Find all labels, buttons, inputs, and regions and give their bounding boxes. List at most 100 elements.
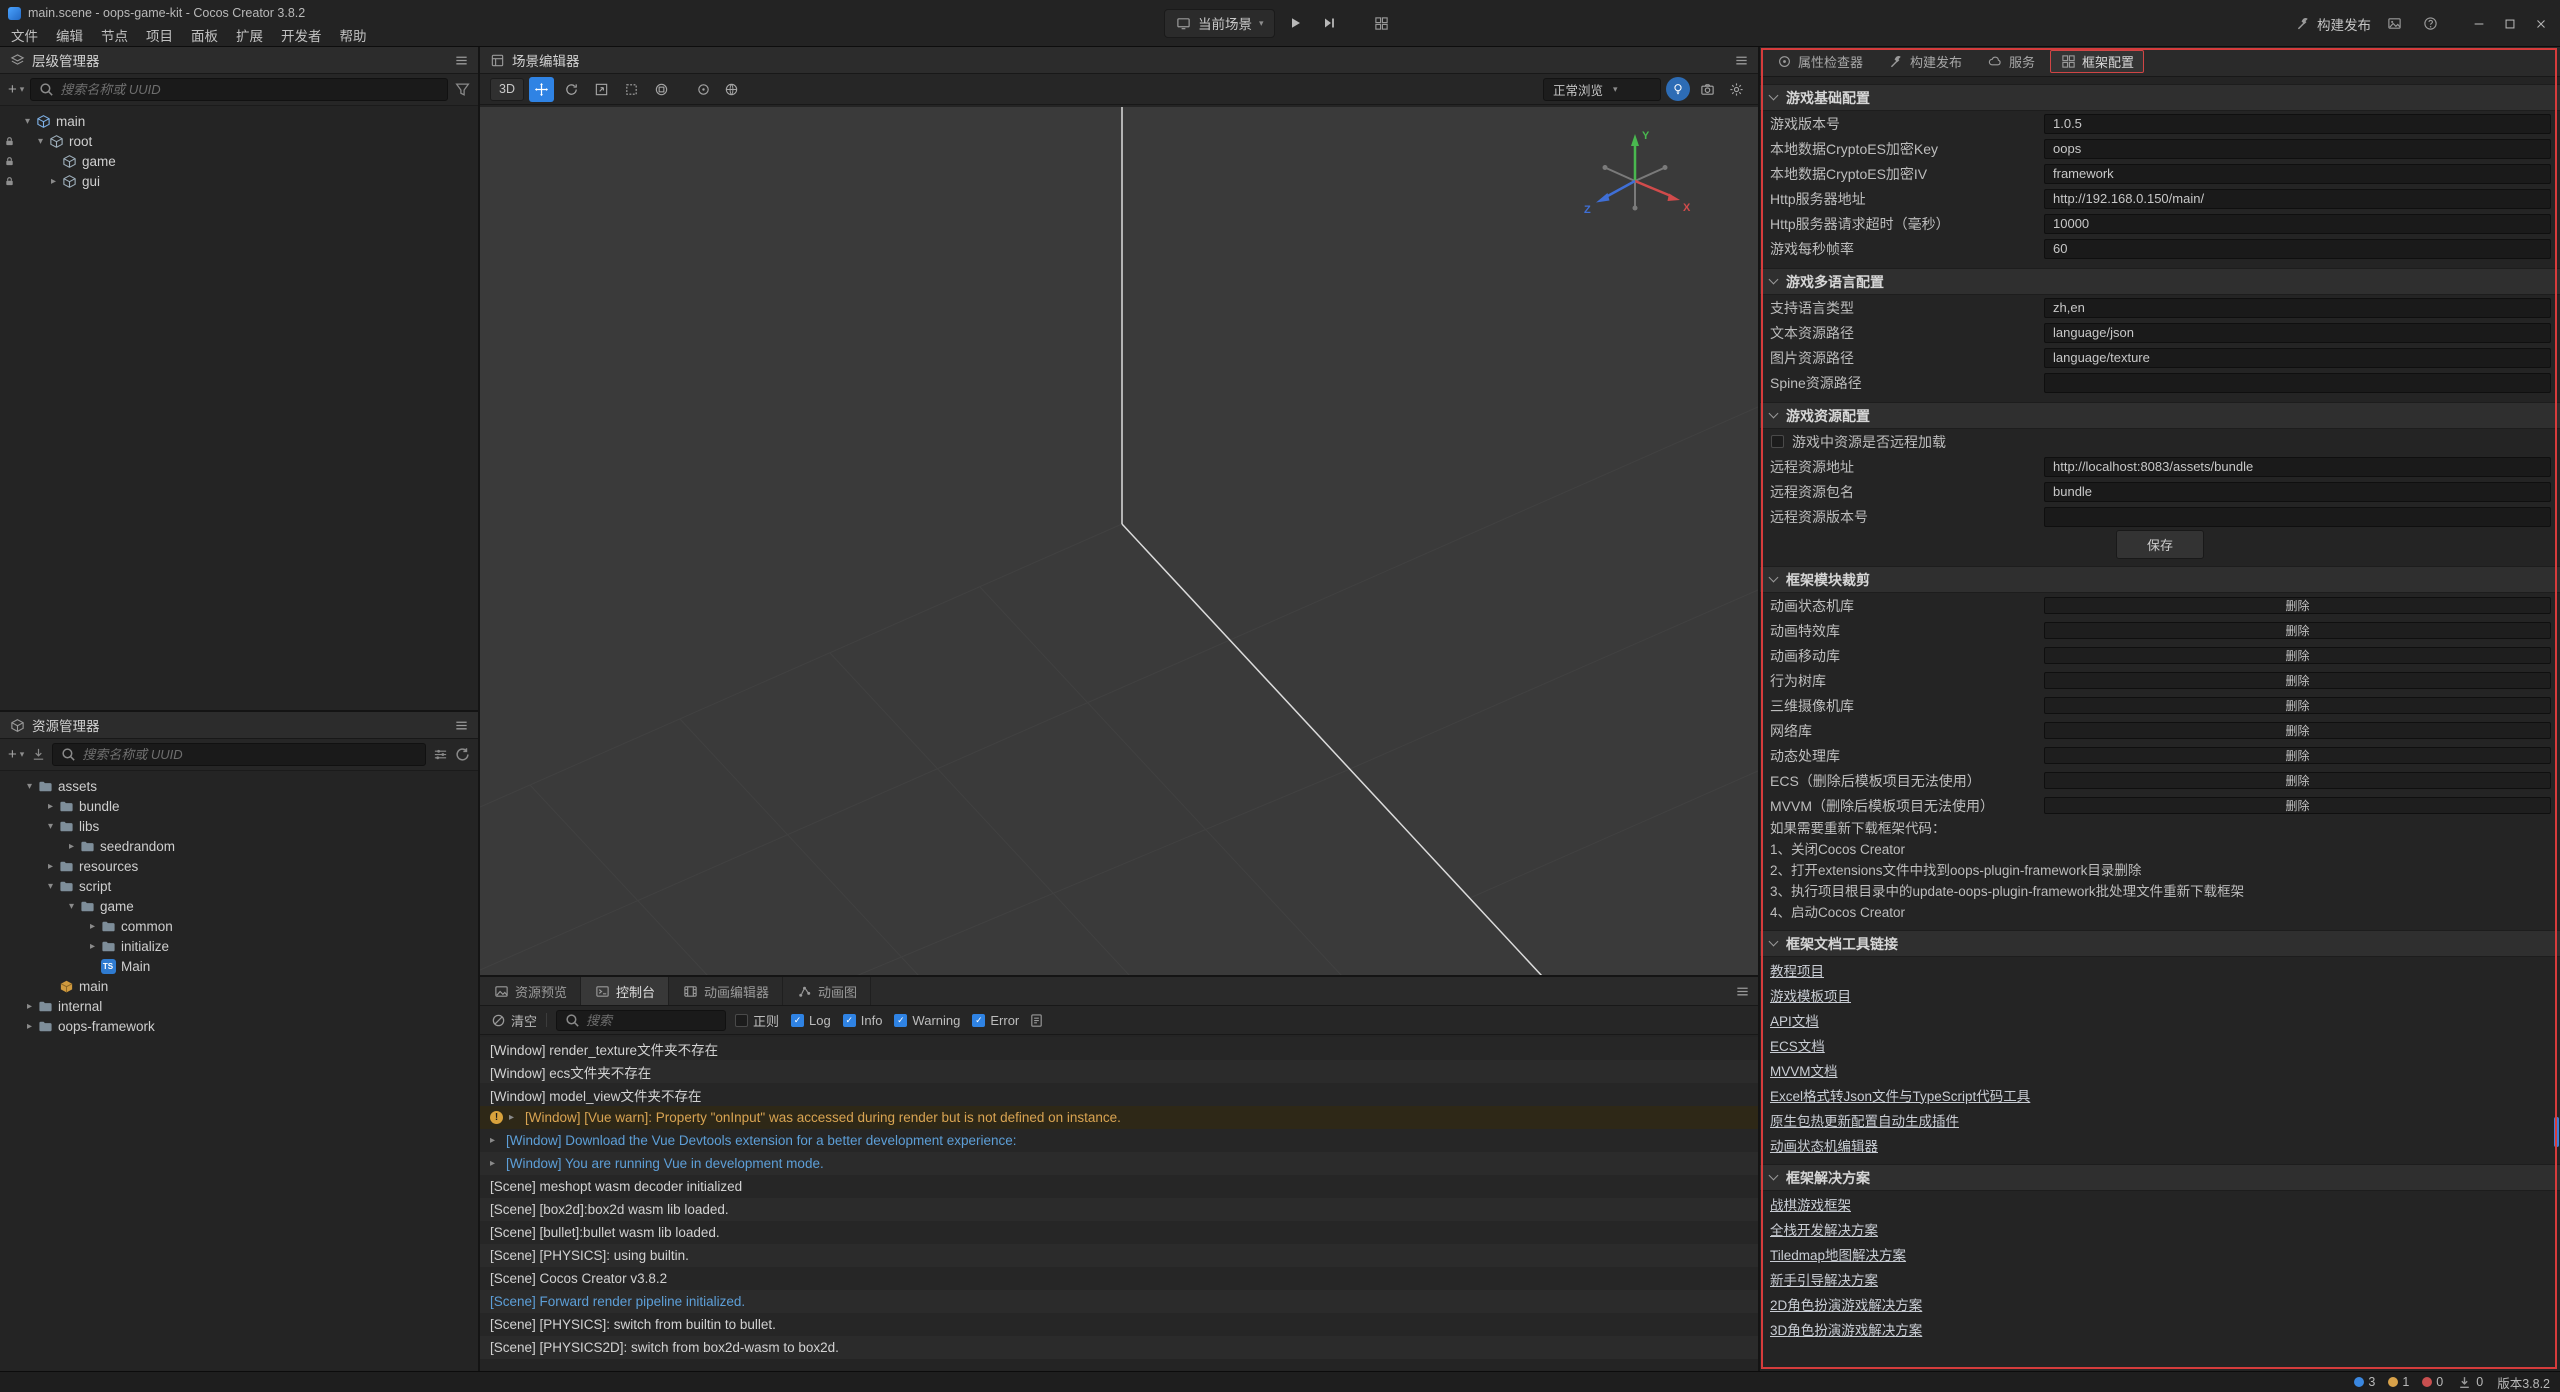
filter-正则[interactable]: 正则 — [735, 1011, 779, 1030]
asset-node-common[interactable]: ▸common — [0, 916, 478, 936]
menu-item-面板[interactable]: 面板 — [182, 23, 227, 46]
checkbox-icon[interactable] — [1771, 435, 1784, 448]
property-field-远程资源包名[interactable] — [2044, 482, 2551, 502]
play-button[interactable] — [1282, 10, 1309, 37]
status-counter-warning[interactable]: 1 — [2388, 1375, 2409, 1389]
asset-node-script[interactable]: ▾script — [0, 876, 478, 896]
tab-服务[interactable]: 服务 — [1977, 50, 2045, 73]
property-field-图片资源路径[interactable] — [2044, 348, 2551, 368]
scene-selector[interactable]: 当前场景 ▾ — [1164, 9, 1275, 38]
console-message[interactable]: [Scene] [box2d]:box2d wasm lib loaded. — [480, 1198, 1758, 1221]
menu-item-开发者[interactable]: 开发者 — [272, 23, 331, 46]
sort-filter-icon[interactable] — [432, 747, 448, 763]
console-message[interactable]: [Scene] [PHYSICS]: switch from builtin t… — [480, 1313, 1758, 1336]
add-asset-button[interactable]: +▾ — [8, 746, 24, 763]
expand-arrow-icon[interactable]: ▸ — [509, 1112, 519, 1123]
section-header[interactable]: 框架解决方案 — [1760, 1164, 2560, 1191]
checkbox-icon[interactable]: ✓ — [972, 1014, 985, 1027]
step-button[interactable] — [1316, 10, 1343, 37]
rotate-tool-button[interactable] — [559, 77, 584, 102]
doc-link[interactable]: 全栈开发解决方案 — [1770, 1219, 1878, 1239]
export-log-icon[interactable] — [1028, 1012, 1044, 1028]
expand-arrow-icon[interactable]: ▸ — [46, 176, 61, 187]
asset-node-resources[interactable]: ▸resources — [0, 856, 478, 876]
console-message[interactable]: [Scene] [PHYSICS]: using builtin. — [480, 1244, 1758, 1267]
checkbox-icon[interactable]: ✓ — [843, 1014, 856, 1027]
hierarchy-node-gui[interactable]: ▸gui — [0, 171, 478, 191]
filter-icon[interactable] — [454, 82, 470, 98]
tab-控制台[interactable]: 控制台 — [581, 977, 669, 1005]
panel-menu-icon[interactable] — [453, 52, 469, 68]
asset-node-libs[interactable]: ▾libs — [0, 816, 478, 836]
property-field-远程资源版本号[interactable] — [2044, 507, 2551, 527]
section-header[interactable]: 游戏多语言配置 — [1760, 268, 2560, 295]
doc-link[interactable]: Excel格式转Json文件与TypeScript代码工具 — [1770, 1085, 2030, 1105]
view-mode-select[interactable]: 正常浏览 ▾ — [1543, 78, 1661, 101]
doc-link[interactable]: 3D角色扮演游戏解决方案 — [1770, 1319, 1922, 1339]
doc-link[interactable]: Tiledmap地图解决方案 — [1770, 1244, 1906, 1264]
asset-node-seedrandom[interactable]: ▸seedrandom — [0, 836, 478, 856]
status-counter-info[interactable]: 3 — [2354, 1375, 2375, 1389]
panel-menu-icon[interactable] — [1734, 983, 1750, 999]
delete-module-button[interactable]: 删除 — [2044, 772, 2551, 789]
status-counter-download[interactable]: 0 — [2456, 1374, 2483, 1390]
delete-module-button[interactable]: 删除 — [2044, 722, 2551, 739]
mode-3d-button[interactable]: 3D — [490, 78, 524, 101]
console-message[interactable]: ▸[Window] You are running Vue in develop… — [480, 1152, 1758, 1175]
gear-icon[interactable] — [1724, 77, 1748, 101]
minimize-button[interactable] — [2463, 8, 2494, 39]
delete-module-button[interactable]: 删除 — [2044, 747, 2551, 764]
expand-arrow-icon[interactable]: ▸ — [85, 941, 100, 952]
property-field-文本资源路径[interactable] — [2044, 323, 2551, 343]
build-publish-button[interactable]: 构建发布 — [2295, 14, 2371, 34]
gallery-icon[interactable] — [2381, 11, 2407, 37]
expand-arrow-icon[interactable]: ▸ — [85, 921, 100, 932]
maximize-button[interactable] — [2494, 8, 2525, 39]
panel-menu-icon[interactable] — [453, 717, 469, 733]
property-field-本地数据CryptoES加密IV[interactable] — [2044, 164, 2551, 184]
doc-link[interactable]: 2D角色扮演游戏解决方案 — [1770, 1294, 1922, 1314]
filter-Error[interactable]: ✓Error — [972, 1013, 1019, 1028]
light-toggle-button[interactable] — [1666, 77, 1690, 101]
scene-viewport[interactable]: Y X Z — [480, 107, 1758, 975]
console-message[interactable]: !▸[Window] [Vue warn]: Property "onInput… — [480, 1106, 1758, 1129]
expand-arrow-icon[interactable]: ▸ — [490, 1135, 500, 1146]
asset-node-main[interactable]: main — [0, 976, 478, 996]
hierarchy-search[interactable] — [30, 78, 448, 101]
tab-动画图[interactable]: 动画图 — [783, 977, 871, 1005]
console-message[interactable]: [Scene] meshopt wasm decoder initialized — [480, 1175, 1758, 1198]
collapse-arrow-icon[interactable]: ▾ — [43, 821, 58, 832]
collapse-arrow-icon[interactable]: ▾ — [64, 901, 79, 912]
property-field-Http服务器地址[interactable] — [2044, 189, 2551, 209]
checkbox-icon[interactable]: ✓ — [894, 1014, 907, 1027]
collapse-arrow-icon[interactable]: ▾ — [20, 116, 35, 127]
move-tool-button[interactable] — [529, 77, 554, 102]
assets-search[interactable] — [52, 743, 426, 766]
console-message[interactable]: [Scene] [bullet]:bullet wasm lib loaded. — [480, 1221, 1758, 1244]
delete-module-button[interactable]: 删除 — [2044, 622, 2551, 639]
expand-arrow-icon[interactable]: ▸ — [490, 1158, 500, 1169]
menu-item-项目[interactable]: 项目 — [137, 23, 182, 46]
pivot-center-button[interactable] — [691, 77, 716, 102]
property-field-Spine资源路径[interactable] — [2044, 373, 2551, 393]
property-field-支持语言类型[interactable] — [2044, 298, 2551, 318]
checkbox-icon[interactable]: ✓ — [791, 1014, 804, 1027]
menu-item-文件[interactable]: 文件 — [2, 23, 47, 46]
doc-link[interactable]: MVVM文档 — [1770, 1060, 1838, 1080]
scale-tool-button[interactable] — [589, 77, 614, 102]
filter-Log[interactable]: ✓Log — [791, 1013, 831, 1028]
hierarchy-node-main[interactable]: ▾main — [0, 111, 478, 131]
clear-console-button[interactable]: 清空 — [490, 1011, 537, 1030]
import-icon[interactable] — [30, 747, 46, 763]
tab-属性检查器[interactable]: 属性检查器 — [1766, 50, 1873, 73]
console-message[interactable]: [Window] render_texture文件夹不存在 — [480, 1037, 1758, 1060]
menu-item-帮助[interactable]: 帮助 — [331, 23, 376, 46]
close-button[interactable] — [2525, 8, 2556, 39]
collapse-arrow-icon[interactable]: ▾ — [33, 136, 48, 147]
section-header[interactable]: 游戏基础配置 — [1760, 84, 2560, 111]
section-header[interactable]: 游戏资源配置 — [1760, 402, 2560, 429]
save-button[interactable]: 保存 — [2116, 530, 2204, 559]
section-header[interactable]: 框架模块裁剪 — [1760, 566, 2560, 593]
delete-module-button[interactable]: 删除 — [2044, 647, 2551, 664]
axis-gizmo[interactable]: Y X Z — [1570, 123, 1700, 233]
